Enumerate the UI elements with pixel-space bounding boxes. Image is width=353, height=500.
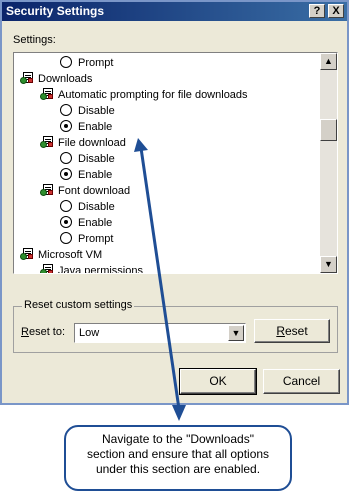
arrow-tail-head-icon: [172, 405, 186, 421]
callout-line-2: section and ensure that all options: [86, 447, 270, 461]
callout-line-1: Navigate to the "Downloads": [102, 432, 254, 446]
instruction-callout: Navigate to the "Downloads" section and …: [64, 425, 292, 491]
arrow-head-icon: [134, 138, 148, 152]
callout-line-3: under this section are enabled.: [95, 462, 261, 476]
